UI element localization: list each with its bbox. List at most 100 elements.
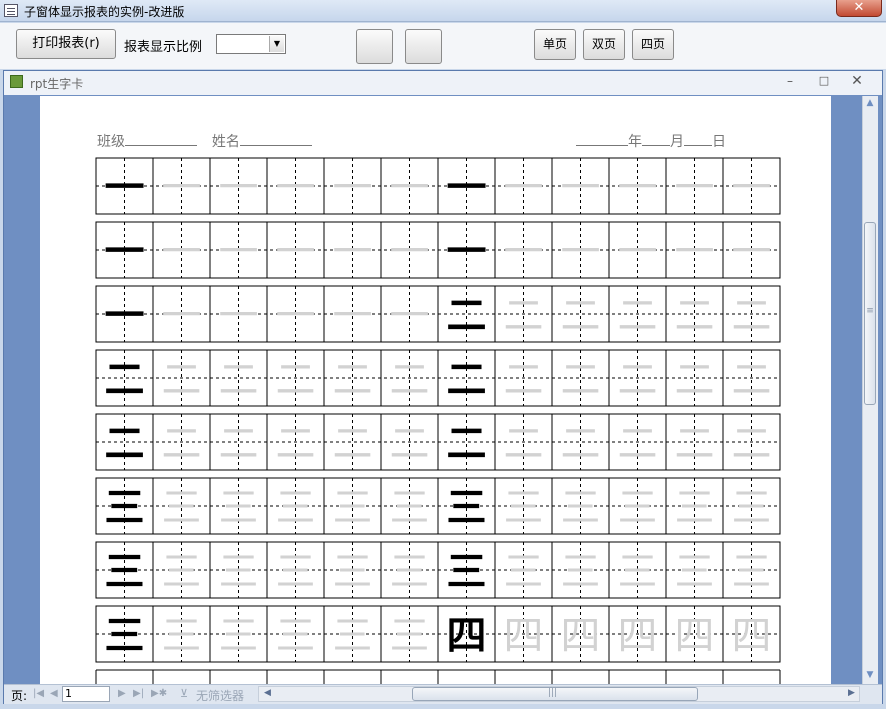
model-character: 三 (105, 549, 145, 595)
trace-character: 一 (618, 165, 658, 211)
trace-character: 一 (276, 165, 316, 211)
child-title-bar (4, 71, 882, 95)
trace-character: 四 (618, 613, 658, 659)
blank-toolbar-button-2[interactable] (405, 29, 442, 64)
trace-character: 三 (561, 485, 601, 531)
model-character: 三 (447, 485, 487, 531)
trace-character: 二 (504, 357, 544, 403)
single-page-button[interactable]: 单页 (534, 29, 576, 60)
model-character: 二 (447, 293, 487, 339)
prev-page-icon[interactable]: ◀ (50, 688, 58, 699)
trace-character: 三 (333, 485, 373, 531)
page-number-input[interactable]: 1 (62, 686, 110, 702)
trace-character: 二 (162, 421, 202, 467)
trace-character: 二 (561, 357, 601, 403)
trace-character: 一 (504, 229, 544, 275)
trace-character: 三 (618, 549, 658, 595)
app-form-icon[interactable] (4, 4, 18, 17)
next-page-icon[interactable]: ▶ (118, 688, 126, 699)
trace-character: 三 (276, 485, 316, 531)
trace-character: 三 (276, 549, 316, 595)
model-character: 二 (447, 357, 487, 403)
model-character: 一 (447, 165, 487, 211)
trace-character: 二 (732, 357, 772, 403)
trace-character: 一 (390, 165, 430, 211)
trace-character: 二 (618, 357, 658, 403)
window-close-button[interactable]: ✕ (836, 0, 882, 17)
trace-character: 二 (276, 421, 316, 467)
trace-character: 三 (675, 549, 715, 595)
trace-character: 三 (219, 485, 259, 531)
trace-character: 二 (561, 421, 601, 467)
trace-character: 一 (390, 229, 430, 275)
child-maximize-button[interactable]: □ (816, 73, 832, 89)
scroll-right-icon[interactable]: ▶ (848, 688, 855, 698)
trace-character: 一 (561, 229, 601, 275)
trace-character: 四 (732, 613, 772, 659)
chevron-down-icon[interactable]: ▼ (269, 36, 284, 52)
scroll-up-icon[interactable]: ▲ (864, 98, 876, 110)
child-minimize-button[interactable]: – (782, 73, 798, 89)
trace-character: 三 (162, 549, 202, 595)
trace-character: 三 (219, 613, 259, 659)
trace-character: 二 (732, 421, 772, 467)
trace-character: 一 (732, 229, 772, 275)
model-character: 二 (105, 357, 145, 403)
trace-character: 三 (390, 485, 430, 531)
trace-character: 一 (675, 165, 715, 211)
print-report-button[interactable]: 打印报表(r) (16, 29, 116, 59)
trace-character: 一 (276, 293, 316, 339)
trace-character: 一 (219, 293, 259, 339)
new-page-icon[interactable]: ▶✱ (151, 688, 167, 699)
double-page-button[interactable]: 双页 (583, 29, 625, 60)
trace-character: 二 (390, 357, 430, 403)
four-page-button[interactable]: 四页 (632, 29, 674, 60)
trace-character: 三 (561, 549, 601, 595)
trace-character: 一 (162, 165, 202, 211)
trace-character: 三 (276, 613, 316, 659)
trace-character: 一 (390, 293, 430, 339)
trace-character: 二 (675, 357, 715, 403)
scale-select[interactable]: ▼ (216, 34, 286, 54)
model-character: 一 (105, 229, 145, 275)
model-character: 一 (105, 293, 145, 339)
trace-character: 一 (333, 293, 373, 339)
trace-character: 二 (333, 421, 373, 467)
trace-character: 四 (675, 613, 715, 659)
report-page: 班级 姓名 年月日 一一一一一一一一一一一一一一一一一一一一一一一一一一一一一一… (40, 96, 831, 684)
first-page-icon[interactable]: |◀ (33, 688, 44, 699)
trace-character: 二 (561, 293, 601, 339)
trace-character: 三 (333, 549, 373, 595)
trace-character: 二 (675, 293, 715, 339)
filter-status[interactable]: 无筛选器 (196, 687, 244, 704)
scroll-left-icon[interactable]: ◀ (264, 688, 271, 698)
trace-character: 三 (732, 485, 772, 531)
trace-character: 二 (504, 421, 544, 467)
trace-character: 三 (219, 549, 259, 595)
trace-character: 三 (504, 485, 544, 531)
scroll-down-icon[interactable]: ▼ (864, 670, 876, 682)
trace-character: 一 (675, 229, 715, 275)
model-character: 二 (447, 421, 487, 467)
funnel-icon: ⊻ (180, 687, 189, 700)
window-title: 子窗体显示报表的实例-改进版 (24, 5, 185, 19)
character-practice-grid: 一一一一一一一一一一一一一一一一一一一一一一一一一一一一一一二二二二二二二二二二… (95, 157, 781, 684)
trace-character: 三 (618, 485, 658, 531)
trace-character: 一 (333, 229, 373, 275)
model-character: 三 (105, 613, 145, 659)
trace-character: 二 (219, 421, 259, 467)
blank-toolbar-button-1[interactable] (356, 29, 393, 64)
child-close-button[interactable]: ✕ (849, 73, 865, 89)
trace-character: 二 (732, 293, 772, 339)
model-character: 一 (105, 165, 145, 211)
grip-icon: ≡ (866, 306, 874, 316)
page-label: 页: (11, 689, 28, 703)
trace-character: 二 (504, 293, 544, 339)
last-page-icon[interactable]: ▶| (133, 688, 144, 699)
trace-character: 四 (561, 613, 601, 659)
trace-character: 一 (162, 293, 202, 339)
trace-character: 一 (219, 229, 259, 275)
model-character: 二 (105, 421, 145, 467)
trace-character: 三 (162, 613, 202, 659)
child-window-title: rpt生字卡 (30, 77, 84, 91)
